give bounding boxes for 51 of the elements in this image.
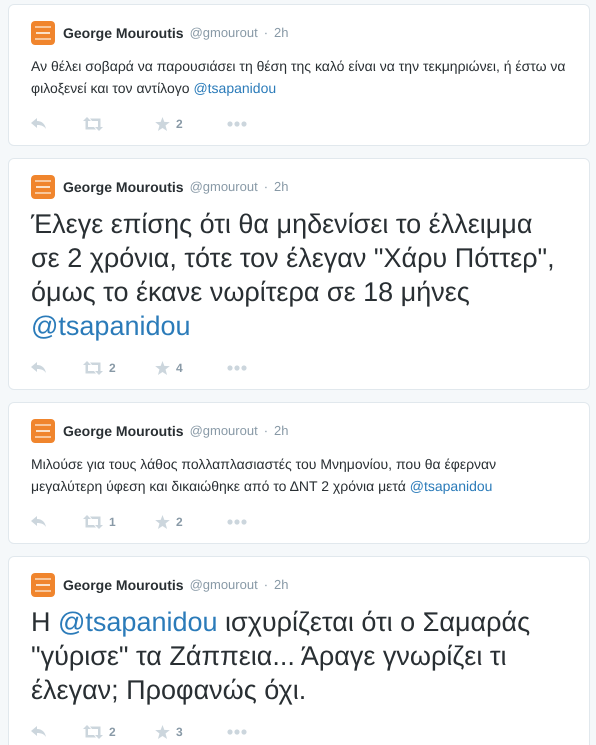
author-handle[interactable]: @gmourout: [190, 575, 258, 595]
favorite-count: 4: [176, 360, 183, 377]
author-handle[interactable]: @gmourout: [190, 421, 258, 441]
retweet-icon[interactable]: [83, 117, 103, 131]
author-name[interactable]: George Mouroutis: [63, 176, 184, 198]
avatar-icon: [31, 175, 55, 199]
star-icon[interactable]: [155, 117, 170, 131]
author-name[interactable]: George Mouroutis: [63, 22, 184, 44]
mention-link[interactable]: @tsapanidou: [410, 478, 492, 494]
more-icon[interactable]: [227, 729, 247, 735]
avatar-icon: [31, 573, 55, 597]
timestamp[interactable]: 2h: [274, 23, 288, 43]
reply-icon[interactable]: [31, 726, 47, 738]
author-handle[interactable]: @gmourout: [190, 23, 258, 43]
retweet-count: 2: [109, 724, 116, 741]
separator: ·: [264, 576, 268, 594]
star-icon[interactable]: [155, 515, 170, 529]
avatar-icon: [31, 21, 55, 45]
reply-icon[interactable]: [31, 362, 47, 374]
avatar-icon: [31, 419, 55, 443]
mention-link[interactable]: @tsapanidou: [193, 80, 276, 96]
favorite-count: 3: [176, 724, 183, 741]
reply-icon[interactable]: [31, 118, 47, 130]
separator: ·: [264, 24, 268, 42]
tweet-text: Μιλούσε για τους λάθος πολλαπλασιαστές του Μνημονίου, που θα έφερναν μεγαλύτερη ύφεση και δικαιώθηκε από το ΔΝΤ 2 χρόνια μετά @tsapanidou: [31, 455, 498, 496]
timestamp[interactable]: 2h: [274, 177, 288, 197]
more-icon[interactable]: [227, 519, 247, 525]
retweet-count: 2: [109, 360, 116, 377]
mention-link[interactable]: @tsapanidou: [31, 311, 191, 341]
separator: ·: [264, 422, 268, 440]
star-icon[interactable]: [155, 361, 170, 375]
favorite-count: 2: [176, 116, 183, 133]
separator: ·: [264, 178, 268, 196]
more-icon[interactable]: [227, 121, 247, 127]
author-name[interactable]: George Mouroutis: [63, 420, 184, 442]
reply-icon[interactable]: [31, 516, 47, 528]
retweet-count: 1: [109, 514, 116, 531]
favorite-count: 2: [176, 514, 183, 531]
author-name[interactable]: George Mouroutis: [63, 574, 184, 596]
star-icon[interactable]: [155, 725, 170, 739]
tweet-text: Αν θέλει σοβαρά να παρουσιάσει τη θέση της καλό είναι να την τεκμηριώνει, ή έστω να φιλοξενεί και τον αντίλογο @tsapanidou: [31, 57, 567, 98]
author-handle[interactable]: @gmourout: [190, 177, 258, 197]
retweet-icon[interactable]: [83, 515, 103, 529]
tweet-text: Έλεγε επίσης ότι θα μηδενίσει το έλλειμμα σε 2 χρόνια, τότε τον έλεγαν "Χάρυ Πόττερ", όμως το έκανε νωρίτερα σε 18 μήνες @tsapanidou: [31, 208, 556, 343]
timestamp[interactable]: 2h: [274, 421, 288, 441]
more-icon[interactable]: [227, 365, 247, 371]
retweet-icon[interactable]: [83, 361, 103, 375]
mention-link[interactable]: @tsapanidou: [58, 607, 218, 637]
timestamp[interactable]: 2h: [274, 575, 288, 595]
tweet-text: Η @tsapanidou ισχυρίζεται ότι ο Σαμαράς "γύρισε" τα Ζάππεια... Άραγε γνωρίζει τι έλεγαν; Προφανώς όχι.: [31, 606, 532, 707]
retweet-icon[interactable]: [83, 725, 103, 739]
